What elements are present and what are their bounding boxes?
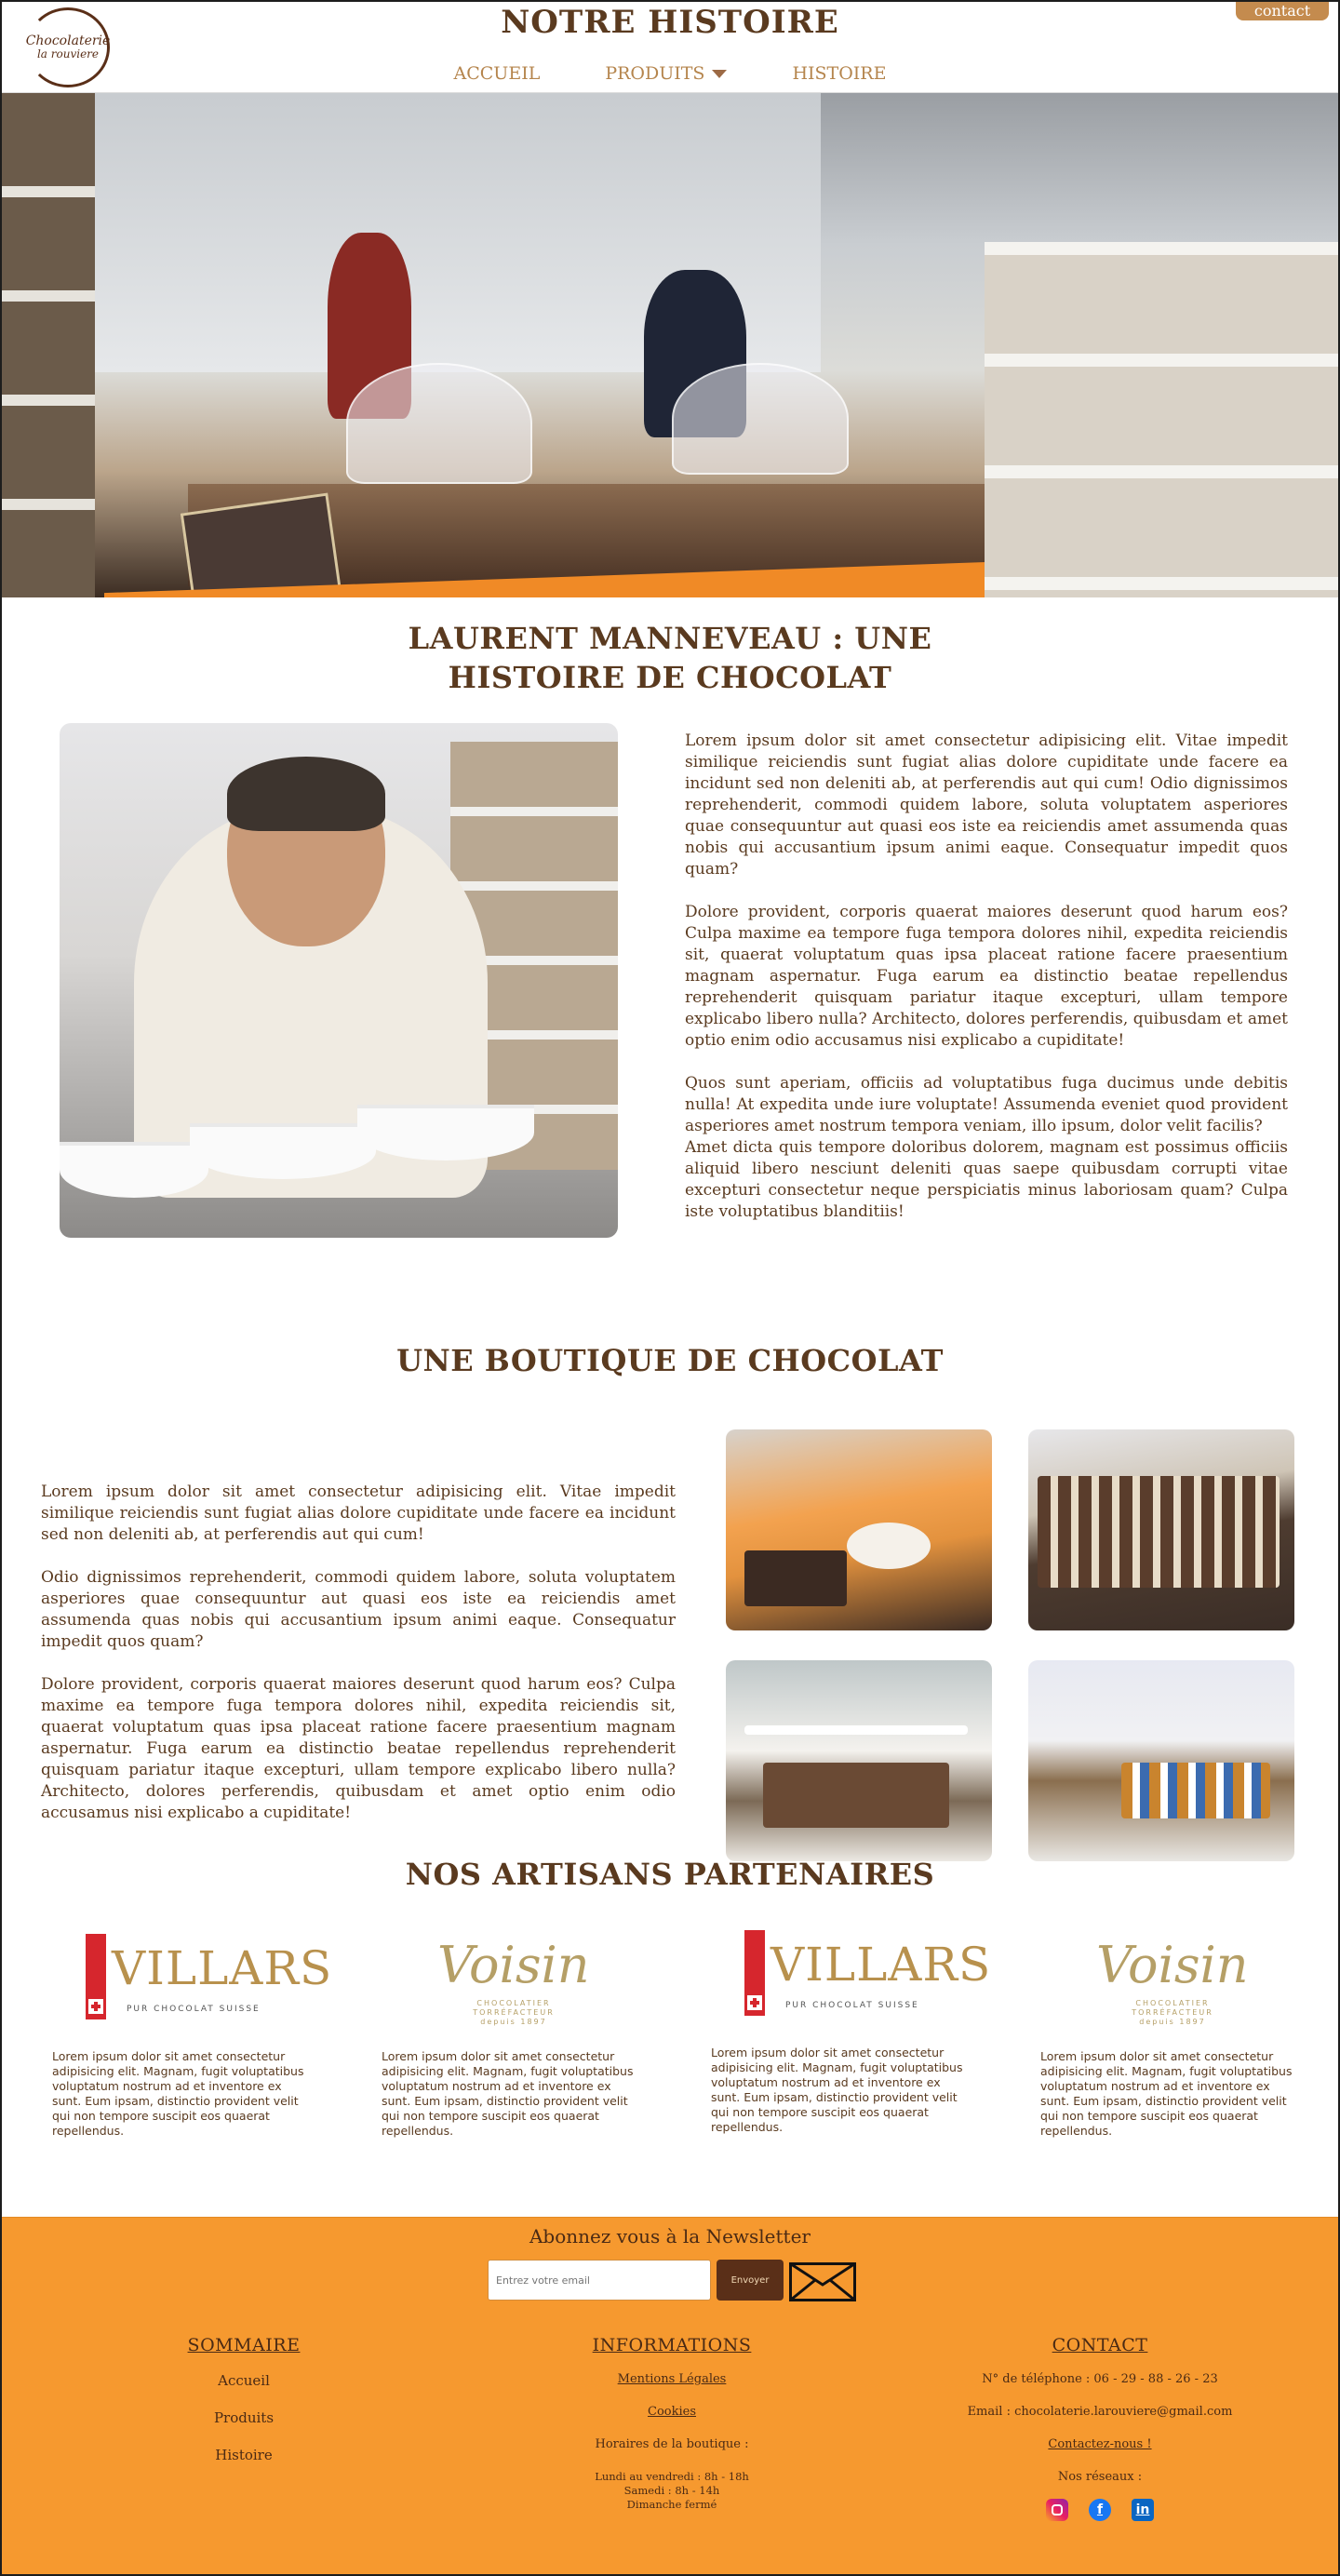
villars-logo-word: VILLARS: [112, 1941, 333, 1995]
footer-email[interactable]: Email : chocolaterie.larouviere@gmail.co…: [942, 2405, 1258, 2419]
villars-logo-word: VILLARS: [770, 1938, 992, 1992]
footer-link-cookies[interactable]: Cookies: [560, 2405, 784, 2419]
partner-text-4: Lorem ipsum dolor sit amet consectetur a…: [1040, 2049, 1293, 2138]
nav-accueil[interactable]: ACCUEIL: [454, 63, 541, 84]
story-paragraph-1: Lorem ipsum dolor sit amet consectetur a…: [685, 731, 1288, 879]
partner-card-1: VILLARS PUR CHOCOLAT SUISSE Lorem ipsum …: [52, 1926, 331, 2139]
story-text: Lorem ipsum dolor sit amet consectetur a…: [685, 731, 1288, 1244]
shop-photo-4: [1028, 1660, 1294, 1861]
partner-card-3: VILLARS PUR CHOCOLAT SUISSE Lorem ipsum …: [711, 1923, 990, 2135]
hero-shelf-right: [985, 242, 1338, 597]
shop-paragraph-3: Dolore provident, corporis quaerat maior…: [41, 1675, 676, 1822]
villars-logo[interactable]: VILLARS PUR CHOCOLAT SUISSE: [52, 1926, 331, 2038]
newsletter-email-input[interactable]: [488, 2260, 711, 2301]
footer-hours-title: Horaires de la boutique :: [595, 2437, 749, 2451]
shop-photo-2: [1028, 1429, 1294, 1630]
footer-networks-label: Nos réseaux :: [1057, 2470, 1143, 2484]
shop-photo-4-products: [1121, 1763, 1270, 1818]
partner-card-4: Voisin CHOCOLATIER TORRÉFACTEUR depuis 1…: [1040, 1926, 1295, 2139]
shop-photo-1-plate: [847, 1523, 931, 1569]
footer-hours-sunday: Dimanche fermé: [626, 2498, 717, 2511]
shop-photo-3: [726, 1660, 992, 1861]
hero-image: [2, 93, 1338, 597]
partner-text-2: Lorem ipsum dolor sit amet consectetur a…: [382, 2049, 634, 2138]
newsletter-title: Abonnez vous à la Newsletter: [529, 2225, 811, 2247]
voisin-logo[interactable]: Voisin CHOCOLATIER TORRÉFACTEUR depuis 1…: [382, 1926, 636, 2038]
contact-button[interactable]: contact: [1236, 2, 1329, 20]
footer-contact: CONTACT N° de téléphone : 06 - 29 - 88 -…: [942, 2335, 1258, 2521]
voisin-logo-tagline: CHOCOLATIER TORRÉFACTEUR depuis 1897: [473, 1999, 555, 2026]
site-footer: Abonnez vous à la Newsletter Envoyer SOM…: [2, 2217, 1338, 2574]
hero-glass-dome-1: [346, 363, 532, 484]
voisin-logo-word: Voisin: [1096, 1936, 1249, 1994]
portrait-image: [60, 723, 618, 1238]
swiss-flag-icon: [744, 1930, 765, 2016]
footer-link-accueil[interactable]: Accueil: [151, 2372, 337, 2389]
story-section: LAURENT MANNEVEAU : UNE HISTOIRE DE CHOC…: [2, 597, 1338, 1295]
page: Chocolaterie la rouviere NOTRE HISTOIRE …: [0, 0, 1340, 2576]
villars-logo[interactable]: VILLARS PUR CHOCOLAT SUISSE: [711, 1923, 990, 2034]
story-title-line2: HISTOIRE DE CHOCOLAT: [448, 659, 892, 695]
partner-text-3: Lorem ipsum dolor sit amet consectetur a…: [711, 2046, 963, 2134]
voisin-logo[interactable]: Voisin CHOCOLATIER TORRÉFACTEUR depuis 1…: [1040, 1926, 1295, 2038]
story-paragraph-3: Quos sunt aperiam, officiis ad voluptati…: [685, 1074, 1288, 1135]
footer-sommaire: SOMMAIRE Accueil Produits Histoire: [151, 2335, 337, 2484]
portrait-bowl-1: [60, 1142, 208, 1198]
hero-glass-dome-2: [672, 363, 849, 475]
footer-contact-title: CONTACT: [1052, 2335, 1148, 2355]
footer-phone: N° de téléphone : 06 - 29 - 88 - 26 - 23: [982, 2372, 1218, 2386]
hero-shelf-left: [2, 93, 95, 597]
nav-produits[interactable]: PRODUITS: [605, 63, 728, 84]
footer-informations: INFORMATIONS Mentions Légales Cookies Ho…: [560, 2335, 784, 2512]
villars-logo-tagline: PUR CHOCOLAT SUISSE: [785, 2001, 919, 2010]
shop-photo-3-shelf: [744, 1725, 968, 1735]
portrait-bowl-3: [357, 1105, 534, 1161]
logo-line2: la rouviere: [36, 47, 100, 61]
footer-link-mentions[interactable]: Mentions Légales: [560, 2372, 784, 2386]
footer-link-histoire[interactable]: Histoire: [151, 2447, 337, 2463]
nav-histoire[interactable]: HISTOIRE: [792, 63, 886, 84]
portrait-hair: [227, 757, 385, 831]
shop-photo-2-trays: [1038, 1476, 1280, 1588]
story-title: LAURENT MANNEVEAU : UNE HISTOIRE DE CHOC…: [2, 620, 1338, 697]
shop-photo-3-figures: [763, 1763, 949, 1828]
newsletter-send-button[interactable]: Envoyer: [717, 2260, 784, 2301]
voisin-logo-tagline: CHOCOLATIER TORRÉFACTEUR depuis 1897: [1132, 1999, 1213, 2026]
facebook-icon[interactable]: f: [1089, 2499, 1111, 2521]
social-links: f in: [942, 2499, 1258, 2521]
partner-card-2: Voisin CHOCOLATIER TORRÉFACTEUR depuis 1…: [382, 1926, 636, 2139]
instagram-icon[interactable]: [1046, 2499, 1068, 2521]
envelope-icon: [789, 2262, 856, 2301]
page-title: NOTRE HISTOIRE: [501, 4, 839, 41]
footer-hours-saturday: Samedi : 8h - 14h: [623, 2484, 720, 2497]
site-header: Chocolaterie la rouviere NOTRE HISTOIRE …: [2, 2, 1338, 93]
story-title-line1: LAURENT MANNEVEAU : UNE: [408, 621, 932, 656]
story-paragraph-2: Dolore provident, corporis quaerat maior…: [685, 903, 1288, 1050]
shop-photo-1-chocolates: [744, 1550, 847, 1606]
footer-contact-us-link[interactable]: Contactez-nous !: [942, 2437, 1258, 2451]
portrait-bowl-2: [190, 1123, 376, 1179]
nav-produits-label: PRODUITS: [605, 63, 705, 84]
footer-link-produits[interactable]: Produits: [151, 2409, 337, 2426]
partners-section: NOS ARTISANS PARTENAIRES VILLARS PUR CHO…: [2, 1854, 1338, 2260]
shop-paragraph-2: Odio dignissimos reprehenderit, commodi …: [41, 1568, 676, 1651]
shop-text: Lorem ipsum dolor sit amet consectetur a…: [41, 1482, 676, 1845]
story-paragraph-4: Amet dicta quis tempore doloribus dolore…: [685, 1138, 1288, 1221]
shop-title: UNE BOUTIQUE DE CHOCOLAT: [396, 1343, 944, 1378]
shop-paragraph-1: Lorem ipsum dolor sit amet consectetur a…: [41, 1483, 676, 1544]
swiss-flag-icon: [86, 1934, 106, 2019]
voisin-logo-word: Voisin: [437, 1936, 590, 1994]
footer-sommaire-title: SOMMAIRE: [187, 2335, 301, 2355]
partners-title: NOS ARTISANS PARTENAIRES: [405, 1857, 935, 1892]
linkedin-icon[interactable]: in: [1132, 2499, 1154, 2521]
main-nav: ACCUEIL PRODUITS HISTOIRE: [2, 63, 1338, 84]
shop-section: UNE BOUTIQUE DE CHOCOLAT Lorem ipsum dol…: [2, 1295, 1338, 1861]
shop-photo-1: [726, 1429, 992, 1630]
villars-logo-tagline: PUR CHOCOLAT SUISSE: [127, 2005, 261, 2014]
partner-text-1: Lorem ipsum dolor sit amet consectetur a…: [52, 2049, 304, 2138]
footer-informations-title: INFORMATIONS: [592, 2335, 752, 2355]
chevron-down-icon: [712, 69, 728, 78]
footer-hours-weekday: Lundi au vendredi : 8h - 18h: [595, 2470, 749, 2483]
